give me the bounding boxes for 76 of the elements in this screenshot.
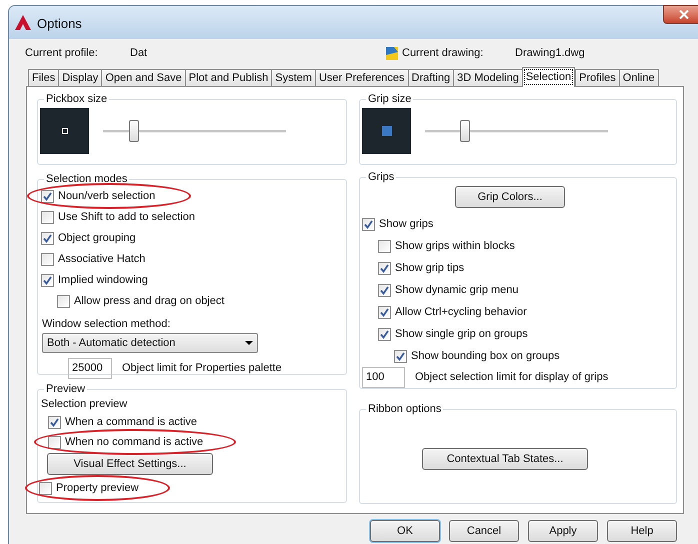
- checkbox-label: Implied windowing: [58, 272, 148, 288]
- limit-field[interactable]: 100: [362, 367, 405, 388]
- tab[interactable]: User Preferences: [314, 69, 409, 86]
- checkbox[interactable]: [378, 306, 391, 318]
- app-logo-icon: [15, 15, 31, 30]
- drawing-label: Current drawing:: [402, 46, 484, 61]
- checkbox[interactable]: [48, 416, 61, 428]
- limit-label: Object selection limit for display of grips: [415, 370, 608, 386]
- checkbox[interactable]: [41, 232, 54, 244]
- tab[interactable]: Display: [58, 69, 102, 86]
- checkbox[interactable]: [41, 190, 54, 202]
- checkbox[interactable]: [57, 294, 70, 308]
- checkbox[interactable]: [378, 284, 391, 296]
- checkbox-label: Noun/verb selection: [58, 188, 156, 204]
- checkbox[interactable]: [394, 350, 407, 362]
- tab[interactable]: Drafting: [408, 69, 454, 86]
- checkbox[interactable]: [41, 210, 54, 224]
- group-title: Grips: [366, 170, 396, 184]
- tab[interactable]: Profiles: [575, 69, 620, 86]
- limit-label: Object limit for Properties palette: [122, 361, 282, 376]
- slider-thumb[interactable]: [129, 120, 140, 142]
- method-label: Window selection method:: [41, 317, 172, 331]
- button[interactable]: OK: [370, 520, 440, 542]
- group-title: Ribbon options: [366, 402, 444, 416]
- checkbox[interactable]: [48, 436, 61, 448]
- checkbox-label: Use Shift to add to selection: [58, 210, 195, 225]
- checkbox-label: Allow press and drag on object: [74, 294, 224, 309]
- button[interactable]: Cancel: [449, 520, 519, 542]
- button[interactable]: Grip Colors...: [455, 186, 565, 208]
- checkbox-label: Show bounding box on groups: [411, 348, 560, 364]
- checkbox-label: Show single grip on groups: [395, 326, 528, 342]
- checkbox-label: Show dynamic grip menu: [395, 282, 519, 298]
- slider-thumb[interactable]: [460, 120, 470, 142]
- profile-label: Current profile:: [25, 46, 99, 61]
- grip-marker: [62, 128, 68, 134]
- tab[interactable]: Open and Save: [101, 69, 186, 86]
- drawing-name: Drawing1.dwg: [515, 46, 585, 61]
- tab[interactable]: Online: [618, 69, 659, 86]
- checkbox[interactable]: [41, 252, 54, 266]
- tab[interactable]: Files: [28, 69, 60, 86]
- group-title: Grip size: [366, 92, 414, 106]
- checkbox[interactable]: [362, 218, 375, 230]
- button[interactable]: Apply: [528, 520, 598, 542]
- window-title: Options: [37, 15, 82, 33]
- checkbox-label: Property preview: [56, 480, 139, 496]
- checkbox-label: Show grip tips: [395, 260, 464, 276]
- tab[interactable]: System: [271, 69, 316, 86]
- checkbox-label: When no command is active: [65, 434, 204, 450]
- slider[interactable]: [425, 120, 608, 142]
- drawing-file-icon: [385, 46, 399, 60]
- tab[interactable]: 3D Modeling: [453, 69, 523, 86]
- checkbox[interactable]: [378, 240, 391, 252]
- button[interactable]: Visual Effect Settings...: [47, 453, 213, 475]
- caret-icon: [245, 341, 253, 345]
- close-button[interactable]: [663, 5, 698, 24]
- checkbox-label: Associative Hatch: [58, 252, 146, 267]
- tab[interactable]: Selection: [522, 67, 576, 87]
- checkbox-label: When a command is active: [65, 414, 198, 430]
- method-dropdown[interactable]: Both - Automatic detection: [42, 333, 258, 353]
- subtitle: Selection preview: [40, 397, 128, 412]
- checkbox-label: Object grouping: [58, 230, 136, 246]
- profile-name: Dat: [130, 46, 148, 61]
- button[interactable]: Help: [607, 520, 677, 542]
- button[interactable]: Contextual Tab States...: [422, 448, 588, 470]
- limit-field[interactable]: 25000: [68, 358, 112, 379]
- checkbox[interactable]: [378, 262, 391, 274]
- grip-marker: [382, 126, 392, 136]
- checkbox[interactable]: [39, 482, 52, 494]
- slider[interactable]: [103, 120, 286, 142]
- checkbox-label: Show grips within blocks: [395, 238, 515, 254]
- checkbox-label: Show grips: [379, 216, 434, 232]
- checkbox[interactable]: [378, 328, 391, 340]
- checkbox-label: Allow Ctrl+cycling behavior: [395, 304, 527, 320]
- checkbox[interactable]: [41, 274, 54, 286]
- tab[interactable]: Plot and Publish: [184, 69, 272, 86]
- close-icon: [679, 10, 689, 19]
